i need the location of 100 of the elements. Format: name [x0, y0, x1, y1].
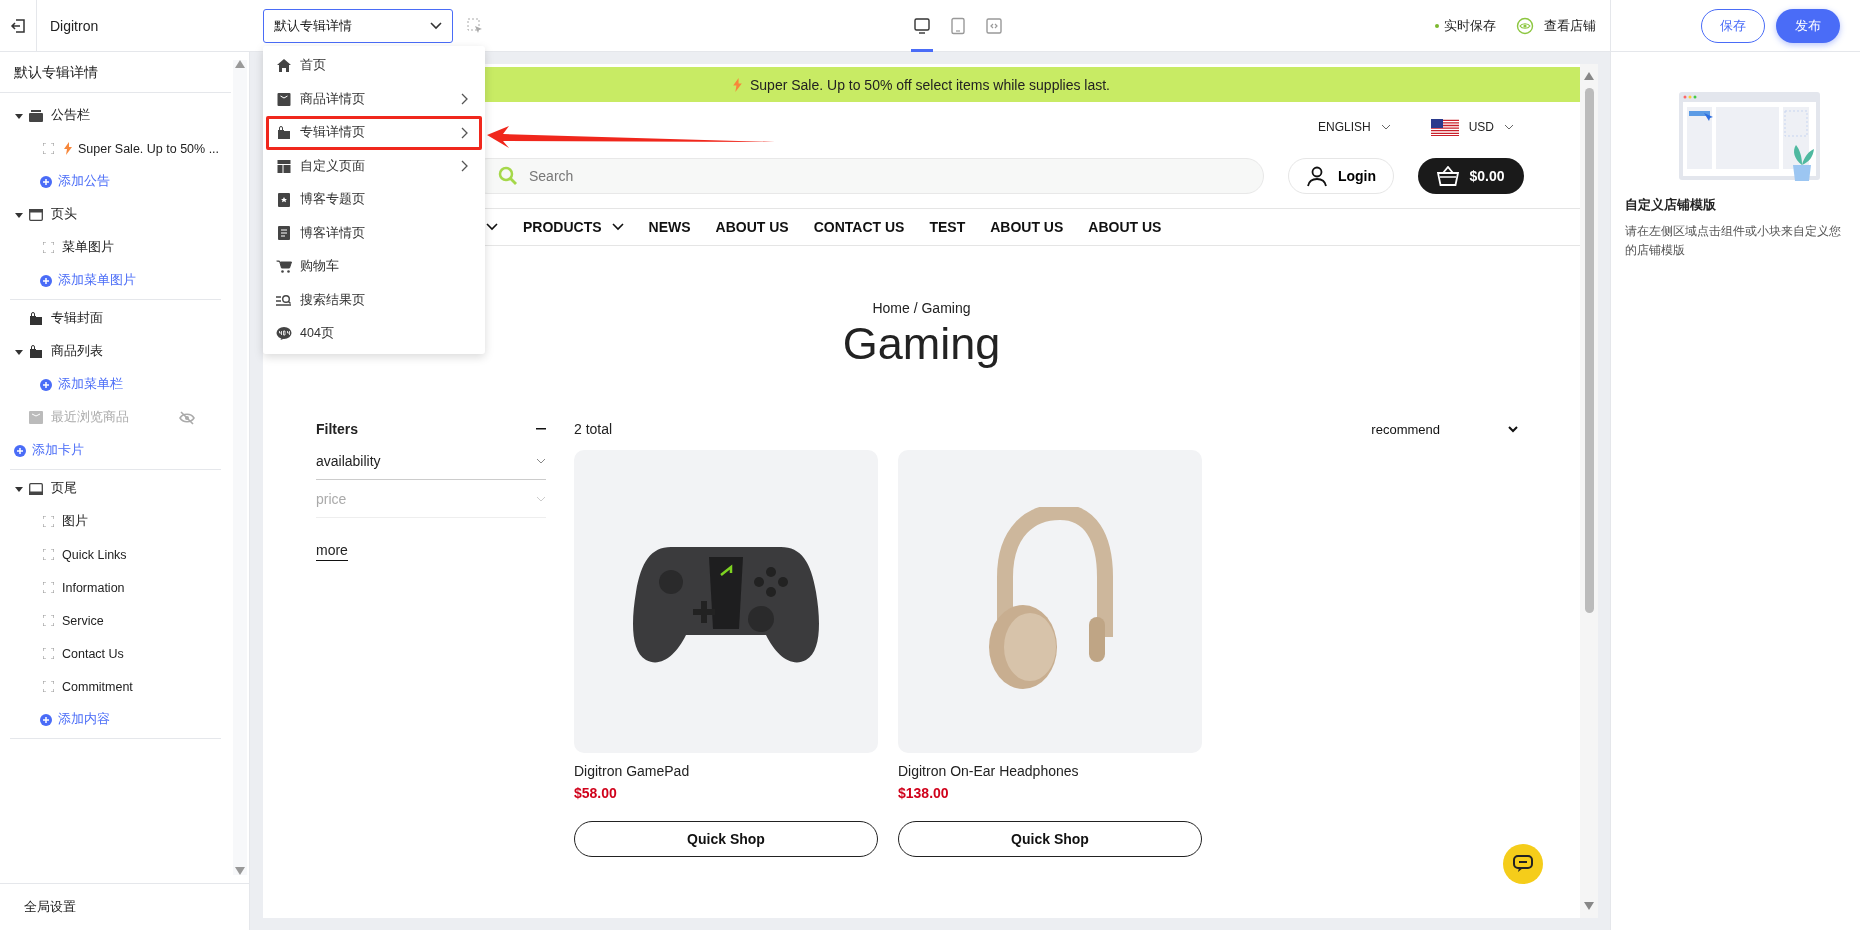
- quick-shop-button[interactable]: Quick Shop: [898, 821, 1202, 857]
- plus-icon: [40, 713, 52, 726]
- page-type-option[interactable]: 搜索结果页: [266, 283, 482, 317]
- lightning-icon: [64, 142, 72, 155]
- page-type-option[interactable]: 专辑详情页: [266, 116, 482, 150]
- add-item-link[interactable]: 添加内容: [10, 703, 221, 736]
- desktop-icon: [913, 16, 931, 35]
- frame-corners-icon: [43, 242, 54, 253]
- card-icon: [29, 411, 43, 424]
- frame-corners-icon: [43, 516, 54, 527]
- frame-corners-icon: [43, 582, 54, 593]
- nav-menu-item[interactable]: CONTACT US: [813, 219, 905, 235]
- error-badge-icon: [276, 327, 292, 341]
- block-item[interactable]: 菜单图片: [10, 231, 221, 264]
- currency-select[interactable]: USD: [1424, 117, 1520, 137]
- scroll-up-icon[interactable]: [1584, 72, 1594, 80]
- page-type-option[interactable]: 购物车: [266, 250, 482, 284]
- filter-accordion[interactable]: availability: [316, 442, 546, 480]
- nav-menu-item[interactable]: PRODUCTS: [523, 219, 624, 235]
- product-price: $138.00: [898, 785, 949, 801]
- announcement-text: Super Sale. Up to 50% off select items while supplies last.: [749, 76, 1110, 93]
- section-item[interactable]: 商品列表: [10, 335, 221, 368]
- section-item[interactable]: 公告栏: [10, 99, 221, 132]
- chevron-down-icon: [486, 223, 498, 231]
- block-item[interactable]: Contact Us: [10, 637, 221, 670]
- caret-icon[interactable]: [15, 347, 23, 356]
- chat-bubble-icon: [1513, 855, 1533, 873]
- add-item-link[interactable]: 添加菜单栏: [10, 368, 221, 401]
- code-icon: [985, 16, 1003, 35]
- nav-menu-item[interactable]: TEST: [929, 219, 966, 235]
- nav-menu-item[interactable]: ABOUT US: [715, 219, 789, 235]
- page-type-option[interactable]: 404页: [266, 317, 482, 351]
- section-item[interactable]: 专辑封面: [10, 302, 221, 335]
- breadcrumb: Home / Gaming: [872, 300, 971, 316]
- nav-menu-item[interactable]: NEWS: [648, 219, 691, 235]
- global-settings-item[interactable]: 全局设置: [0, 883, 249, 930]
- page-type-option[interactable]: 博客详情页: [266, 216, 482, 250]
- frame-corners-icon: [43, 549, 54, 560]
- eye-slash-icon[interactable]: [179, 410, 195, 425]
- scroll-up-icon[interactable]: [235, 60, 245, 68]
- star-document-icon: [276, 192, 292, 207]
- brand-name: Digitron: [50, 17, 99, 34]
- section-item[interactable]: 页尾: [10, 472, 221, 505]
- sort-select[interactable]: recommend: [1365, 421, 1524, 437]
- login-button[interactable]: Login: [1288, 158, 1394, 194]
- block-item[interactable]: Super Sale. Up to 50% ...: [10, 132, 221, 165]
- block-item[interactable]: Quick Links: [10, 538, 221, 571]
- chevron-down-icon: [1508, 425, 1518, 433]
- nav-menu-item[interactable]: ABOUT US: [1088, 219, 1162, 235]
- scroll-down-icon[interactable]: [235, 867, 245, 875]
- basket-icon: [1437, 166, 1460, 186]
- card-stack-icon: [29, 109, 43, 122]
- add-item-link[interactable]: 添加公告: [10, 165, 221, 198]
- save-button[interactable]: 保存: [1701, 8, 1765, 43]
- block-item[interactable]: Service: [10, 604, 221, 637]
- caret-icon[interactable]: [15, 484, 23, 493]
- block-item[interactable]: Commitment: [10, 670, 221, 703]
- exit-icon[interactable]: [10, 17, 26, 34]
- product-name[interactable]: Digitron GamePad: [574, 763, 690, 779]
- product-image[interactable]: [574, 450, 878, 753]
- page-type-option[interactable]: 商品详情页: [266, 82, 482, 116]
- block-item[interactable]: 图片: [10, 505, 221, 538]
- user-icon: [1305, 165, 1328, 187]
- add-item-link[interactable]: 添加菜单图片: [10, 264, 221, 297]
- cart-button[interactable]: $0.00: [1418, 158, 1524, 194]
- page-select[interactable]: 默认专辑详情: [263, 8, 453, 43]
- frame-corners-icon: [43, 143, 54, 154]
- footer-layout-icon: [29, 482, 43, 495]
- document-icon: [276, 226, 292, 241]
- more-link[interactable]: more: [316, 542, 348, 561]
- add-card-link[interactable]: 添加卡片: [10, 434, 221, 467]
- preview-scrollbar[interactable]: [1580, 64, 1598, 918]
- box-icon: [276, 92, 292, 106]
- eye-icon: [1516, 16, 1534, 35]
- scroll-down-icon[interactable]: [1584, 902, 1594, 910]
- section-item[interactable]: 页头: [10, 198, 221, 231]
- block-item[interactable]: Information: [10, 571, 221, 604]
- chevron-down-icon: [1504, 124, 1514, 130]
- cart-icon: [276, 260, 292, 274]
- scrollbar[interactable]: [233, 60, 247, 875]
- chat-button[interactable]: [1503, 844, 1543, 884]
- chevron-down-icon: [536, 495, 546, 502]
- quick-shop-button[interactable]: Quick Shop: [574, 821, 878, 857]
- chevron-right-icon: [461, 93, 468, 106]
- publish-button[interactable]: 发布: [1776, 8, 1840, 43]
- frame-corners-icon: [43, 615, 54, 626]
- page-type-option[interactable]: 首页: [266, 49, 482, 83]
- plus-icon: [14, 444, 26, 457]
- selection-cursor-icon[interactable]: [467, 17, 483, 34]
- nav-menu-item[interactable]: [486, 223, 498, 231]
- autosave-status: 实时保存: [1435, 16, 1496, 35]
- filters-heading: Filters: [316, 421, 358, 437]
- nav-menu-item[interactable]: ABOUT US: [990, 219, 1064, 235]
- product-name[interactable]: Digitron On-Ear Headphones: [898, 763, 1079, 779]
- caret-icon[interactable]: [15, 210, 23, 219]
- shopping-bag-icon: [276, 126, 292, 140]
- plus-icon: [40, 378, 52, 391]
- caret-icon[interactable]: [15, 111, 23, 120]
- language-select[interactable]: ENGLISH: [1311, 119, 1397, 135]
- view-store-link[interactable]: 查看店铺: [1516, 16, 1596, 35]
